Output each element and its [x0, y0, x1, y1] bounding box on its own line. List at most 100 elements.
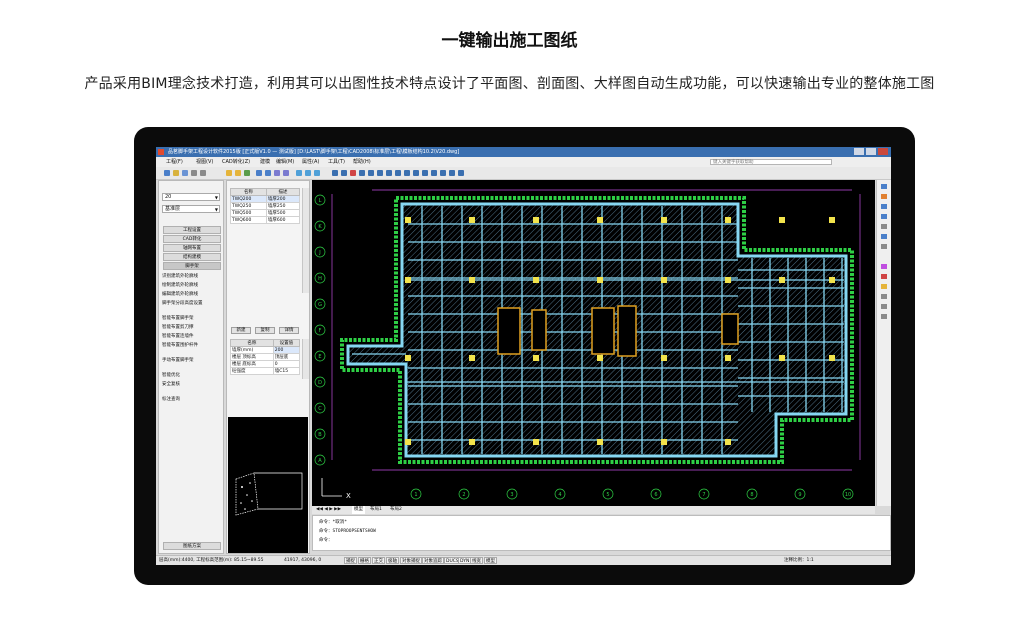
copy-icon[interactable] — [256, 170, 262, 176]
category-scaffold[interactable]: 脚手架 — [163, 262, 221, 270]
table-row[interactable]: 墙厚(mm) 200 — [230, 346, 301, 354]
menu-cad-convert[interactable]: CAD转化(Z) — [222, 157, 250, 167]
menu-project[interactable]: 工程(F) — [166, 157, 183, 167]
stretch-icon[interactable] — [404, 170, 410, 176]
floor-select[interactable]: 20 ▼ — [162, 193, 220, 201]
print-icon[interactable] — [449, 170, 455, 176]
menu-help[interactable]: 帮助(H) — [353, 157, 371, 167]
table-row[interactable]: 楼层 底标高 0 — [230, 360, 301, 368]
delete-icon[interactable] — [350, 170, 356, 176]
category-project-settings[interactable]: 工程设置 — [163, 226, 221, 234]
rotate-icon[interactable] — [359, 170, 365, 176]
property-scrollbar[interactable] — [302, 339, 309, 379]
toggle-snap[interactable]: 捕捉 — [344, 557, 357, 564]
toggle-osnap[interactable]: 对象捕捉 — [400, 557, 422, 564]
tab-layout1[interactable]: 布局1 — [370, 506, 382, 514]
cmd-draw-outline[interactable]: 绘制建筑外轮廓线 — [162, 282, 198, 288]
menu-modeling[interactable]: 建模 — [260, 157, 270, 167]
cmd-identify-outline[interactable]: 识别建筑外轮廓线 — [162, 273, 198, 279]
align-icon[interactable] — [422, 170, 428, 176]
layer-select[interactable]: 基准层 ▼ — [162, 205, 220, 213]
redo-icon[interactable] — [200, 170, 206, 176]
category-axis-grid[interactable]: 轴网布置 — [163, 244, 221, 252]
paste-icon[interactable] — [265, 170, 271, 176]
lineweight-icon[interactable] — [881, 294, 887, 299]
new-component-button[interactable]: 新建 — [231, 327, 251, 334]
text-icon[interactable] — [440, 170, 446, 176]
zoom-icon[interactable] — [296, 170, 302, 176]
cmd-safety-check[interactable]: 安全复核 — [162, 381, 180, 387]
menu-tools[interactable]: 工具(T) — [328, 157, 345, 167]
toggle-ortho[interactable]: 正交 — [372, 557, 385, 564]
property-value-field[interactable]: 墙C15 — [272, 367, 301, 375]
table-icon[interactable] — [283, 170, 289, 176]
zoom-window-icon[interactable] — [305, 170, 311, 176]
new-file-icon[interactable] — [164, 170, 170, 176]
cmd-smart-tie[interactable]: 智能布置连墙件 — [162, 333, 194, 339]
minimize-button[interactable] — [854, 148, 864, 155]
drawing-plan-button[interactable]: 图纸方案 — [163, 542, 221, 550]
table-row[interactable]: 楼层 顶标高 顶层底 — [230, 353, 301, 361]
save-icon[interactable] — [182, 170, 188, 176]
color-icon[interactable] — [881, 274, 887, 279]
offset-icon[interactable] — [386, 170, 392, 176]
list-scrollbar[interactable] — [302, 188, 309, 293]
select-arrow-icon[interactable] — [332, 170, 338, 176]
undo-icon[interactable] — [191, 170, 197, 176]
tab-layout2[interactable]: 布局2 — [390, 506, 402, 514]
property-icon[interactable] — [431, 170, 437, 176]
copy-component-button[interactable]: 复制 — [255, 327, 275, 334]
ruler-icon[interactable] — [881, 224, 887, 229]
navigate-icon[interactable] — [881, 184, 887, 189]
bulb-icon[interactable] — [226, 170, 232, 176]
table-row[interactable]: 砼强度 墙C15 — [230, 367, 301, 375]
maximize-button[interactable] — [866, 148, 876, 155]
command-window[interactable]: 命令：*取消* 命令：STOPROOPSENTSHOW 命令： — [312, 515, 891, 551]
layer-icon[interactable] — [244, 170, 250, 176]
toggle-polar[interactable]: 极轴 — [386, 557, 399, 564]
tab-nav-arrows[interactable]: ◀◀ ◀ ▶ ▶▶ — [316, 506, 341, 514]
menu-view[interactable]: 视图(V) — [196, 157, 213, 167]
table-row[interactable]: TWQ500 墙厚500 — [230, 209, 301, 217]
bulb-icon[interactable] — [235, 170, 241, 176]
cmd-scaffold-height[interactable]: 脚手架分段高度设置 — [162, 300, 203, 306]
minus-icon[interactable] — [881, 214, 887, 219]
cmd-smart-optimize[interactable]: 智能优化 — [162, 372, 180, 378]
table-row[interactable]: TWQ600 墙厚600 — [230, 216, 301, 224]
close-button[interactable] — [878, 148, 888, 155]
array-icon[interactable] — [395, 170, 401, 176]
property-value-field[interactable]: 顶层底 — [272, 353, 301, 361]
list-icon[interactable] — [881, 314, 887, 319]
category-structure-model[interactable]: 结构建模 — [163, 253, 221, 261]
category-cad-convert[interactable]: CAD转化 — [163, 235, 221, 243]
move-icon[interactable] — [341, 170, 347, 176]
cad-drawing-canvas[interactable]: L K J H G F E D C B A 1 2 3 4 5 6 7 8 9 10 X — [312, 180, 875, 506]
print-icon[interactable] — [881, 304, 887, 309]
command-input[interactable]: 命令： — [319, 537, 333, 543]
table-row[interactable]: TWQ200 墙厚200 — [230, 195, 301, 203]
property-value-field[interactable]: 0 — [272, 360, 301, 368]
pan-icon[interactable] — [314, 170, 320, 176]
cmd-manual-scaffold[interactable]: 手动布置脚手架 — [162, 357, 194, 363]
help-search-input[interactable]: 键入关键字获取帮助 — [710, 159, 832, 165]
toggle-grid[interactable]: 栅格 — [358, 557, 371, 564]
detail-component-button[interactable]: 详情 — [279, 327, 299, 334]
tab-model[interactable]: 模型 — [352, 506, 365, 514]
pencil-icon[interactable] — [881, 234, 887, 239]
open-folder-icon[interactable] — [173, 170, 179, 176]
table-row[interactable]: TWQ250 墙厚250 — [230, 202, 301, 210]
cmd-dimension-query[interactable]: 标注查询 — [162, 396, 180, 402]
grid-icon[interactable] — [274, 170, 280, 176]
cmd-smart-guard[interactable]: 智能布置围护杆件 — [162, 342, 198, 348]
menu-attribute[interactable]: 属性(A) — [302, 157, 319, 167]
layer-icon[interactable] — [881, 264, 887, 269]
property-value-field[interactable]: 200 — [272, 346, 301, 354]
cmd-smart-scaffold[interactable]: 智能布置脚手架 — [162, 315, 194, 321]
cmd-smart-brace[interactable]: 智能布置剪刀撑 — [162, 324, 194, 330]
measure-icon[interactable] — [413, 170, 419, 176]
toggle-model[interactable]: 模型 — [484, 557, 497, 564]
hand-icon[interactable] — [881, 244, 887, 249]
toggle-otrack[interactable]: 对象追踪 — [422, 557, 444, 564]
trim-icon[interactable] — [377, 170, 383, 176]
linetype-icon[interactable] — [881, 284, 887, 289]
